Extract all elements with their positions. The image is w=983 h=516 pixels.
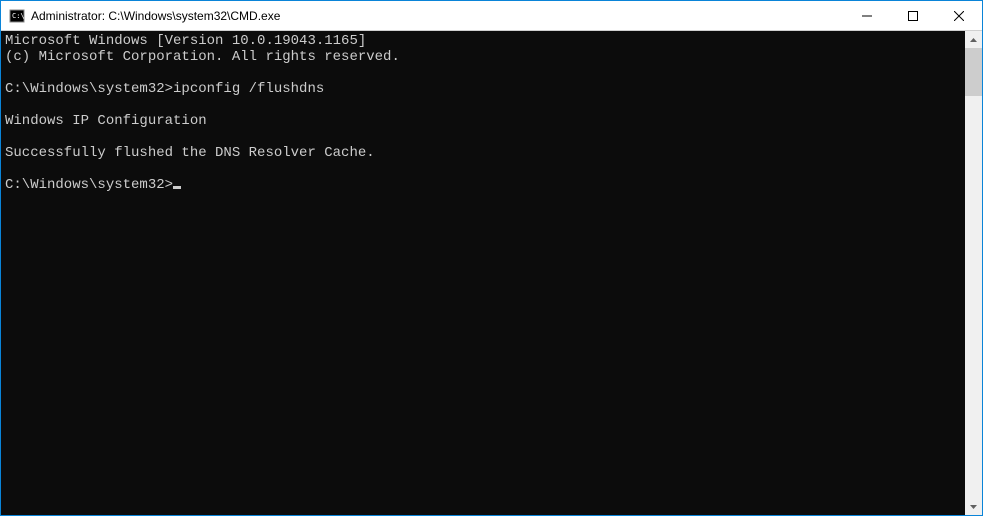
- close-button[interactable]: [936, 1, 982, 30]
- scrollbar-thumb[interactable]: [965, 48, 982, 96]
- console-area: Microsoft Windows [Version 10.0.19043.11…: [1, 31, 982, 515]
- cmd-window: C:\ Administrator: C:\Windows\system32\C…: [0, 0, 983, 516]
- titlebar: C:\ Administrator: C:\Windows\system32\C…: [1, 1, 982, 31]
- vertical-scrollbar[interactable]: [965, 31, 982, 515]
- minimize-button[interactable]: [844, 1, 890, 30]
- window-title: Administrator: C:\Windows\system32\CMD.e…: [31, 9, 844, 23]
- maximize-button[interactable]: [890, 1, 936, 30]
- cursor: [173, 186, 181, 189]
- scrollbar-down-arrow[interactable]: [965, 498, 982, 515]
- scrollbar-up-arrow[interactable]: [965, 31, 982, 48]
- console-output[interactable]: Microsoft Windows [Version 10.0.19043.11…: [1, 31, 965, 515]
- window-controls: [844, 1, 982, 30]
- scrollbar-track[interactable]: [965, 48, 982, 498]
- cmd-icon: C:\: [9, 8, 25, 24]
- svg-text:C:\: C:\: [12, 12, 25, 20]
